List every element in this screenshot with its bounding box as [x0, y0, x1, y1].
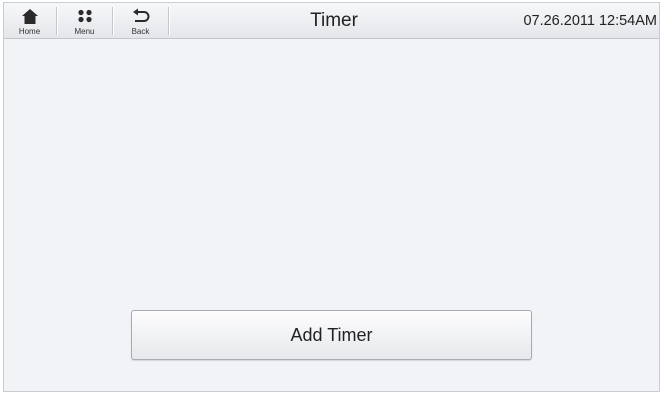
- date-time: 07.26.2011 12:54AM: [523, 13, 657, 29]
- back-arrow-icon: [130, 6, 152, 26]
- menu-label: Menu: [74, 27, 95, 36]
- back-button[interactable]: Back: [115, 3, 166, 39]
- nav-divider: [168, 7, 169, 35]
- add-timer-button[interactable]: Add Timer: [131, 310, 532, 360]
- nav-divider: [56, 7, 57, 35]
- menu-grid-icon: [74, 6, 96, 26]
- home-icon: [19, 6, 41, 26]
- page-title: Timer: [310, 10, 358, 31]
- menu-button[interactable]: Menu: [59, 3, 110, 39]
- nav-divider: [112, 7, 113, 35]
- top-bar: Home Menu Back Timer 07.26.2011 12:54AM: [4, 3, 659, 39]
- timer-screen: Home Menu Back Timer 07.26.2011 12:54AM …: [3, 2, 660, 392]
- home-label: Home: [18, 27, 41, 36]
- home-button[interactable]: Home: [4, 3, 55, 39]
- back-label: Back: [131, 27, 150, 36]
